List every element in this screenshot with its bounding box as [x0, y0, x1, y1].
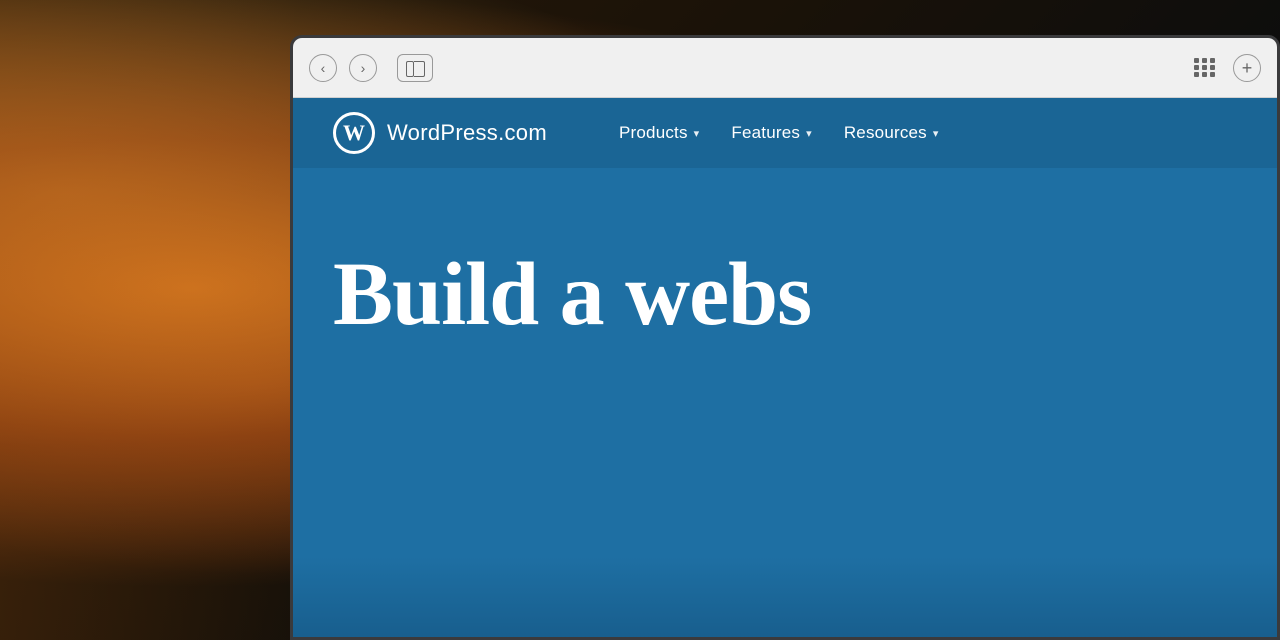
nav-items: Products ▾ Features ▾ Resources ▾: [607, 115, 951, 151]
back-button[interactable]: ‹: [309, 54, 337, 82]
resources-chevron-icon: ▾: [933, 127, 939, 140]
wordpress-logo-text: WordPress.com: [387, 120, 547, 146]
website-content: W WordPress.com Products ▾ Features ▾ Re…: [293, 98, 1277, 637]
nav-item-products[interactable]: Products ▾: [607, 115, 711, 151]
forward-icon: ›: [361, 60, 366, 76]
grid-dot: [1210, 65, 1215, 70]
browser-chrome: ‹ › +: [293, 38, 1277, 98]
grid-dot: [1210, 58, 1215, 63]
grid-dot: [1202, 58, 1207, 63]
add-icon: +: [1242, 59, 1253, 77]
add-tab-button[interactable]: +: [1233, 54, 1261, 82]
grid-dot: [1194, 72, 1199, 77]
nav-products-label: Products: [619, 123, 688, 143]
products-chevron-icon: ▾: [694, 127, 700, 140]
features-chevron-icon: ▾: [806, 127, 812, 140]
grid-dot: [1202, 72, 1207, 77]
wordpress-logo-circle: W: [333, 112, 375, 154]
nav-item-features[interactable]: Features ▾: [719, 115, 823, 151]
grid-dot: [1194, 58, 1199, 63]
wordpress-navbar: W WordPress.com Products ▾ Features ▾ Re…: [293, 98, 1277, 168]
hero-section: Build a webs: [293, 168, 1277, 343]
back-icon: ‹: [321, 60, 326, 76]
sidebar-icon: [406, 61, 424, 75]
grid-icon: [1194, 58, 1216, 77]
device-frame: ‹ › +: [290, 35, 1280, 640]
grid-dot: [1194, 65, 1199, 70]
bottom-fade-overlay: [293, 557, 1277, 637]
wordpress-logo[interactable]: W WordPress.com: [333, 112, 547, 154]
nav-item-resources[interactable]: Resources ▾: [832, 115, 951, 151]
wordpress-logo-symbol: W: [343, 120, 365, 146]
sidebar-toggle-button[interactable]: [397, 54, 433, 82]
nav-features-label: Features: [731, 123, 800, 143]
grid-dot: [1202, 65, 1207, 70]
grid-view-button[interactable]: [1189, 54, 1221, 82]
hero-title: Build a webs: [333, 248, 1237, 343]
nav-resources-label: Resources: [844, 123, 927, 143]
forward-button[interactable]: ›: [349, 54, 377, 82]
grid-dot: [1210, 72, 1215, 77]
